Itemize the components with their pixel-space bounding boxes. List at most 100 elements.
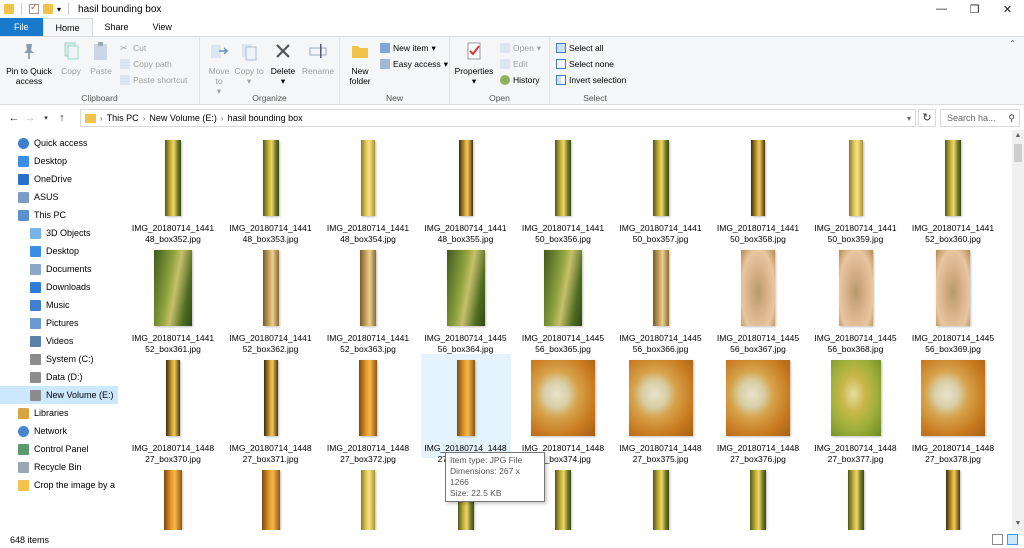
- file-thumbnail[interactable]: IMG_20180714_1441 50_box358.jpg: [713, 134, 803, 244]
- sidebar-item[interactable]: This PC: [0, 206, 118, 224]
- cut-button[interactable]: ✂ Cut: [120, 41, 146, 55]
- sidebar-item[interactable]: Desktop: [0, 242, 118, 260]
- file-thumbnail[interactable]: IMG_20180714_1441 48_box354.jpg: [323, 134, 413, 244]
- breadcrumb-current-folder[interactable]: hasil bounding box: [228, 113, 303, 123]
- file-thumbnail[interactable]: [323, 464, 413, 530]
- file-thumbnail[interactable]: IMG_20180714_1441 52_box360.jpg: [908, 134, 998, 244]
- scroll-up-icon[interactable]: ▲: [1012, 130, 1024, 142]
- address-bar[interactable]: › This PC › New Volume (E:) › hasil boun…: [80, 109, 916, 127]
- select-all-button[interactable]: Select all: [556, 41, 604, 55]
- file-thumbnail[interactable]: IMG_20180714_1445 56_box365.jpg: [518, 244, 608, 354]
- file-thumbnail[interactable]: [811, 464, 901, 530]
- file-thumbnail[interactable]: IMG_20180714_144827_box373.jpg: [420, 354, 511, 464]
- file-thumbnail[interactable]: IMG_20180714_1441 48_box353.jpg: [226, 134, 316, 244]
- file-thumbnail[interactable]: IMG_20180714_1445 56_box367.jpg: [713, 244, 803, 354]
- pin-to-quick-access-button[interactable]: Pin to Quick access: [4, 41, 54, 86]
- file-thumbnail[interactable]: [713, 464, 803, 530]
- scroll-down-icon[interactable]: ▼: [1012, 518, 1024, 530]
- select-none-button[interactable]: Select none: [556, 57, 614, 71]
- close-button[interactable]: ✕: [991, 0, 1024, 18]
- scroll-thumb[interactable]: [1014, 144, 1022, 162]
- sidebar-item[interactable]: Desktop: [0, 152, 118, 170]
- chevron-right-icon[interactable]: ›: [221, 114, 224, 123]
- tab-share[interactable]: Share: [93, 18, 141, 36]
- details-view-icon[interactable]: [992, 534, 1003, 545]
- sidebar-item[interactable]: Data (D:): [0, 368, 118, 386]
- copy-path-button[interactable]: Copy path: [120, 57, 172, 71]
- sidebar-item[interactable]: Videos: [0, 332, 118, 350]
- file-thumbnail[interactable]: IMG_20180714_1445 56_box366.jpg: [616, 244, 706, 354]
- chevron-right-icon[interactable]: ›: [143, 114, 146, 123]
- breadcrumb-new-volume[interactable]: New Volume (E:): [149, 113, 217, 123]
- sidebar-item[interactable]: Pictures: [0, 314, 118, 332]
- edit-button[interactable]: Edit: [500, 57, 528, 71]
- file-thumbnail[interactable]: IMG_20180714_1441 48_box352.jpg: [128, 134, 218, 244]
- file-thumbnail[interactable]: IMG_20180714_1448 27_box372.jpg: [323, 354, 413, 464]
- tab-file[interactable]: File: [0, 18, 43, 36]
- refresh-button[interactable]: ↻: [918, 109, 936, 127]
- sidebar-item[interactable]: Libraries: [0, 404, 118, 422]
- address-history-icon[interactable]: ▾: [907, 114, 911, 123]
- file-thumbnail[interactable]: IMG_20180714_1448 27_box377.jpg: [811, 354, 901, 464]
- sidebar-item[interactable]: Recycle Bin: [0, 458, 118, 476]
- breadcrumb-this-pc[interactable]: This PC: [107, 113, 139, 123]
- maximize-button[interactable]: ❐: [958, 0, 991, 18]
- file-thumbnail[interactable]: IMG_20180714_1441 50_box357.jpg: [616, 134, 706, 244]
- sidebar-item[interactable]: Network: [0, 422, 118, 440]
- file-thumbnail[interactable]: IMG_20180714_1448 27_box378.jpg: [908, 354, 998, 464]
- sidebar-item[interactable]: Documents: [0, 260, 118, 278]
- chevron-right-icon[interactable]: ›: [100, 114, 103, 123]
- large-icons-view-icon[interactable]: [1007, 534, 1018, 545]
- collapse-ribbon-icon[interactable]: ⌃: [1009, 39, 1016, 48]
- tab-view[interactable]: View: [141, 18, 184, 36]
- sidebar-item[interactable]: Crop the image by a: [0, 476, 118, 494]
- sidebar-item[interactable]: New Volume (E:): [0, 386, 118, 404]
- file-thumbnail[interactable]: IMG_20180714_1441 50_box359.jpg: [811, 134, 901, 244]
- file-thumbnail[interactable]: IMG_20180714_1441 50_box356.jpg: [518, 134, 608, 244]
- sidebar-item[interactable]: 3D Objects: [0, 224, 118, 242]
- back-icon[interactable]: ←: [6, 112, 22, 124]
- customize-toolbar-icon[interactable]: ▾: [57, 5, 61, 14]
- up-icon[interactable]: ↑: [54, 112, 70, 124]
- sidebar-item[interactable]: Downloads: [0, 278, 118, 296]
- rename-button[interactable]: Rename: [300, 41, 336, 76]
- file-thumbnail[interactable]: [226, 464, 316, 530]
- file-thumbnail[interactable]: IMG_20180714_1441 52_box361.jpg: [128, 244, 218, 354]
- file-thumbnail[interactable]: IMG_20180714_1445 56_box364.jpg: [421, 244, 511, 354]
- sidebar-item[interactable]: Music: [0, 296, 118, 314]
- file-thumbnail[interactable]: IMG_20180714_1441 48_box355.jpg: [421, 134, 511, 244]
- file-thumbnail[interactable]: IMG_20180714_1445 56_box369.jpg: [908, 244, 998, 354]
- properties-icon[interactable]: [29, 2, 39, 14]
- sidebar-item[interactable]: ASUS: [0, 188, 118, 206]
- minimize-button[interactable]: —: [925, 0, 958, 18]
- sidebar-item[interactable]: Quick access: [0, 134, 118, 152]
- file-thumbnail[interactable]: IMG_20180714_1448 27_box376.jpg: [713, 354, 803, 464]
- recent-locations-icon[interactable]: ▾: [38, 114, 54, 122]
- sidebar-item[interactable]: OneDrive: [0, 170, 118, 188]
- copy-to-button[interactable]: Copy to ▾: [234, 41, 264, 86]
- tab-home[interactable]: Home: [42, 18, 93, 36]
- search-input[interactable]: Search ha... ⚲: [940, 109, 1020, 127]
- paste-shortcut-button[interactable]: Paste shortcut: [120, 73, 187, 87]
- delete-button[interactable]: Delete ▾: [268, 41, 298, 86]
- paste-button[interactable]: Paste: [88, 41, 114, 76]
- forward-icon[interactable]: →: [22, 112, 38, 124]
- new-folder-button[interactable]: New folder: [344, 41, 376, 86]
- sidebar-item[interactable]: System (C:): [0, 350, 118, 368]
- copy-button[interactable]: Copy: [58, 41, 84, 76]
- file-thumbnail[interactable]: IMG_20180714_1448 27_box370.jpg: [128, 354, 218, 464]
- properties-button[interactable]: Properties ▾: [452, 41, 496, 86]
- file-thumbnail[interactable]: IMG_20180714_1441 52_box362.jpg: [226, 244, 316, 354]
- file-thumbnail[interactable]: [616, 464, 706, 530]
- easy-access-button[interactable]: Easy access ▾: [380, 57, 448, 71]
- sidebar-item[interactable]: Control Panel: [0, 440, 118, 458]
- file-thumbnail[interactable]: IMG_20180714_1448 27_box374.jpg: [518, 354, 608, 464]
- move-to-button[interactable]: Move to ▾: [204, 41, 234, 96]
- new-item-button[interactable]: New item ▾: [380, 41, 436, 55]
- file-thumbnail[interactable]: IMG_20180714_1448 27_box375.jpg: [616, 354, 706, 464]
- vertical-scrollbar[interactable]: ▲ ▼: [1012, 130, 1024, 530]
- file-thumbnail[interactable]: [908, 464, 998, 530]
- new-folder-icon[interactable]: [43, 4, 53, 14]
- file-thumbnail[interactable]: IMG_20180714_1441 52_box363.jpg: [323, 244, 413, 354]
- file-thumbnail[interactable]: IMG_20180714_1445 56_box368.jpg: [811, 244, 901, 354]
